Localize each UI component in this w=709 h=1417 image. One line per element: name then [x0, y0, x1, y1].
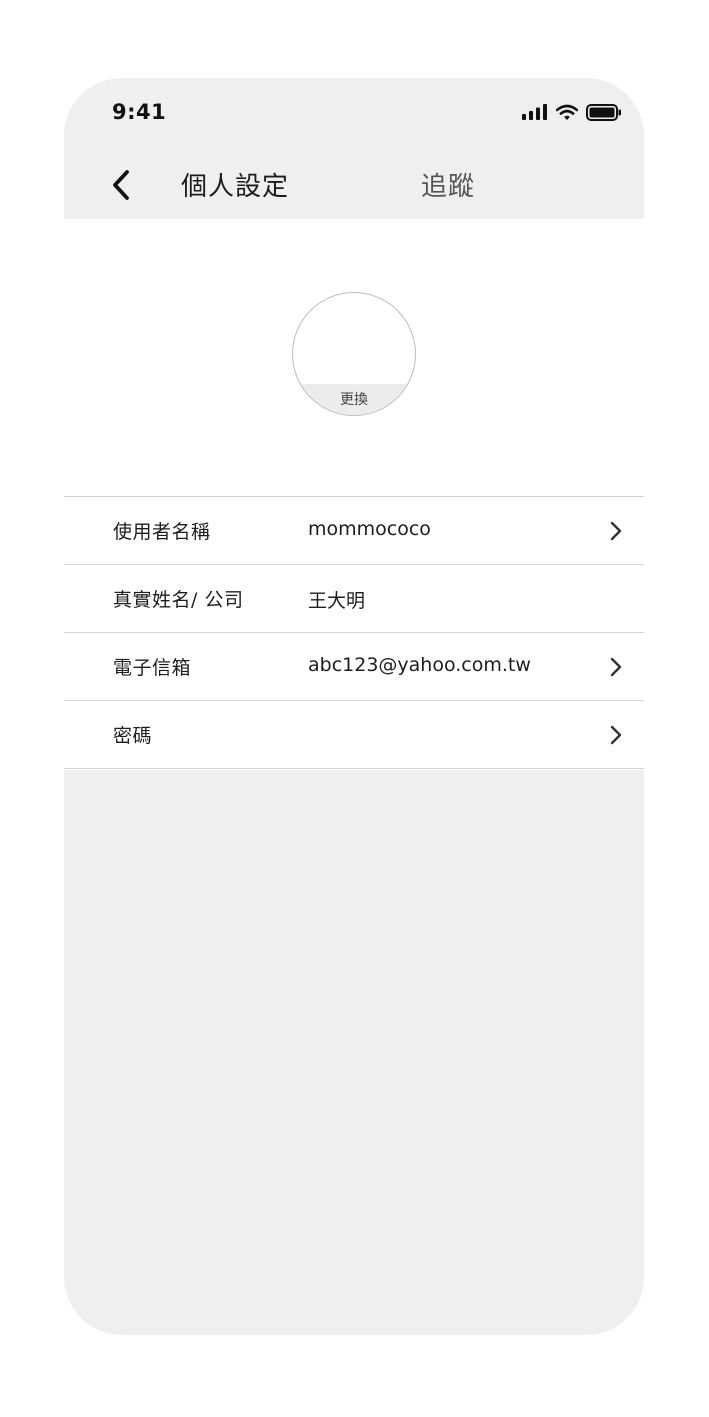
real-name-value: 王大明 [308, 590, 366, 612]
wifi-icon [555, 104, 579, 125]
chevron-right-icon [610, 725, 622, 745]
avatar-change-button[interactable]: 更換 [293, 384, 415, 415]
battery-icon [586, 103, 622, 125]
settings-row-username[interactable]: 使用者名稱 mommococo [64, 497, 644, 565]
settings-row-email[interactable]: 電子信箱 abc123@yahoo.com.tw [64, 633, 644, 701]
password-label: 密碼 [113, 725, 153, 747]
chevron-left-icon [113, 170, 129, 200]
chevron-right-icon [610, 521, 622, 541]
settings-row-password[interactable]: 密碼 [64, 701, 644, 769]
follow-tab[interactable]: 追蹤 [421, 166, 475, 203]
back-button[interactable] [106, 168, 136, 202]
status-icons [522, 103, 622, 125]
status-bar: 9:41 [64, 78, 644, 148]
username-label: 使用者名稱 [113, 521, 211, 543]
avatar-change-label: 更換 [340, 392, 368, 408]
status-time: 9:41 [112, 100, 167, 124]
avatar[interactable]: 更換 [292, 292, 416, 416]
email-value: abc123@yahoo.com.tw [308, 654, 531, 676]
email-label: 電子信箱 [113, 657, 192, 679]
phone-frame: 9:41 個人設定 追蹤 更換 使用者名稱 mommococo 真實姓名/ 公司… [64, 78, 644, 1335]
settings-list: 使用者名稱 mommococo 真實姓名/ 公司 王大明 電子信箱 abc123… [64, 496, 644, 769]
real-name-label: 真實姓名/ 公司 [113, 589, 244, 611]
page-title: 個人設定 [181, 172, 290, 202]
profile-content: 更換 使用者名稱 mommococo 真實姓名/ 公司 王大明 電子信箱 abc… [64, 219, 644, 770]
nav-bar: 個人設定 追蹤 [64, 148, 644, 219]
chevron-right-icon [610, 657, 622, 677]
username-value: mommococo [308, 518, 431, 540]
settings-row-real-name: 真實姓名/ 公司 王大明 [64, 565, 644, 633]
cellular-signal-icon [522, 104, 548, 124]
